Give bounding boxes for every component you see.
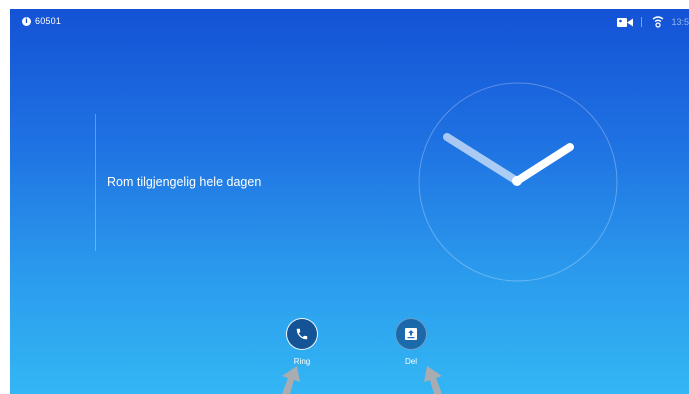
status-divider	[641, 17, 643, 27]
video-camera-icon[interactable]	[617, 17, 634, 28]
share-screen-icon[interactable]	[395, 318, 427, 350]
analog-clock	[418, 82, 618, 282]
divider-line	[95, 114, 96, 251]
share-button-label: Del	[404, 357, 417, 366]
status-time: 13:5	[671, 17, 689, 27]
system-info[interactable]: i 60501	[22, 16, 61, 26]
status-indicators: 13:5	[617, 15, 689, 29]
info-icon: i	[22, 16, 31, 26]
clock-center	[512, 176, 522, 186]
status-bar: i 60501 13:5	[10, 9, 689, 35]
wifi-icon	[653, 16, 664, 28]
call-button[interactable]: Ring	[272, 318, 332, 366]
share-button[interactable]: Del	[381, 318, 441, 366]
call-button-label: Ring	[293, 357, 311, 366]
system-id: 60501	[35, 16, 62, 26]
room-availability-message: Rom tilgjengelig hele dagen	[107, 175, 262, 189]
clock-minute-hand	[513, 143, 574, 185]
phone-icon[interactable]	[286, 318, 318, 350]
touch-panel-screen: i 60501 13:5 Rom tilgjengelig hele dagen	[10, 9, 689, 394]
pointer-arrow-icon	[282, 366, 300, 394]
clock-hour-hand	[443, 133, 521, 185]
pointer-arrow-icon	[424, 366, 442, 394]
